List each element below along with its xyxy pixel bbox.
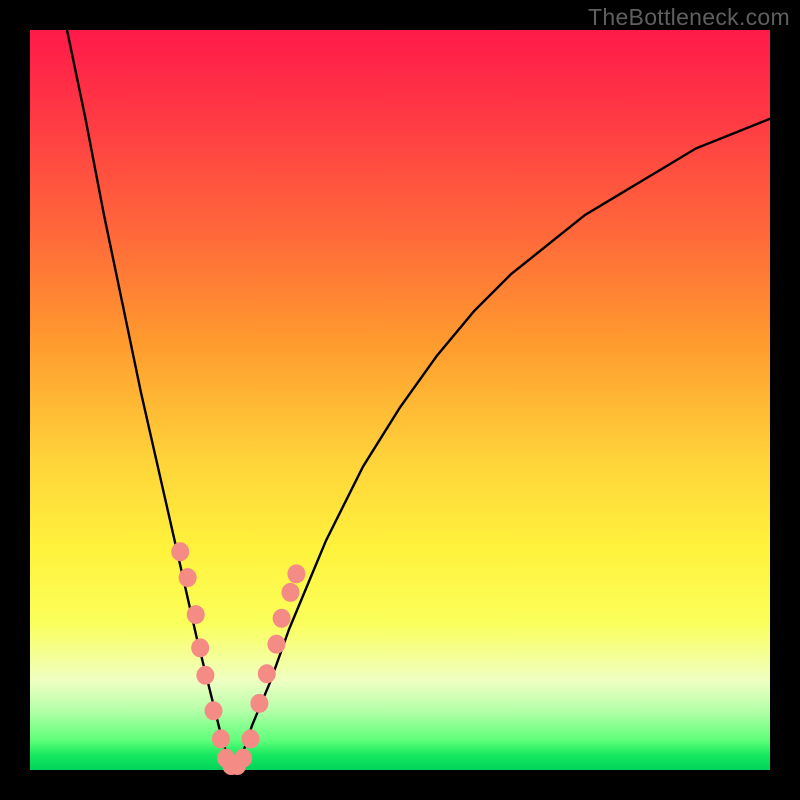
data-marker — [191, 638, 209, 657]
data-marker — [281, 583, 299, 602]
data-marker — [205, 701, 223, 720]
data-marker — [287, 564, 305, 583]
chart-svg — [30, 30, 770, 770]
data-marker — [267, 635, 285, 654]
data-marker — [171, 542, 189, 561]
data-marker — [212, 729, 230, 748]
data-markers — [171, 542, 305, 775]
chart-frame: TheBottleneck.com — [0, 0, 800, 800]
watermark-text: TheBottleneck.com — [588, 4, 790, 31]
data-marker — [273, 609, 291, 628]
data-marker — [234, 749, 252, 768]
chart-plot-area — [30, 30, 770, 770]
data-marker — [196, 666, 214, 685]
data-marker — [187, 605, 205, 624]
data-marker — [242, 729, 260, 748]
data-marker — [258, 664, 276, 683]
data-marker — [250, 694, 268, 713]
data-marker — [179, 568, 197, 587]
bottleneck-curve — [67, 30, 770, 770]
